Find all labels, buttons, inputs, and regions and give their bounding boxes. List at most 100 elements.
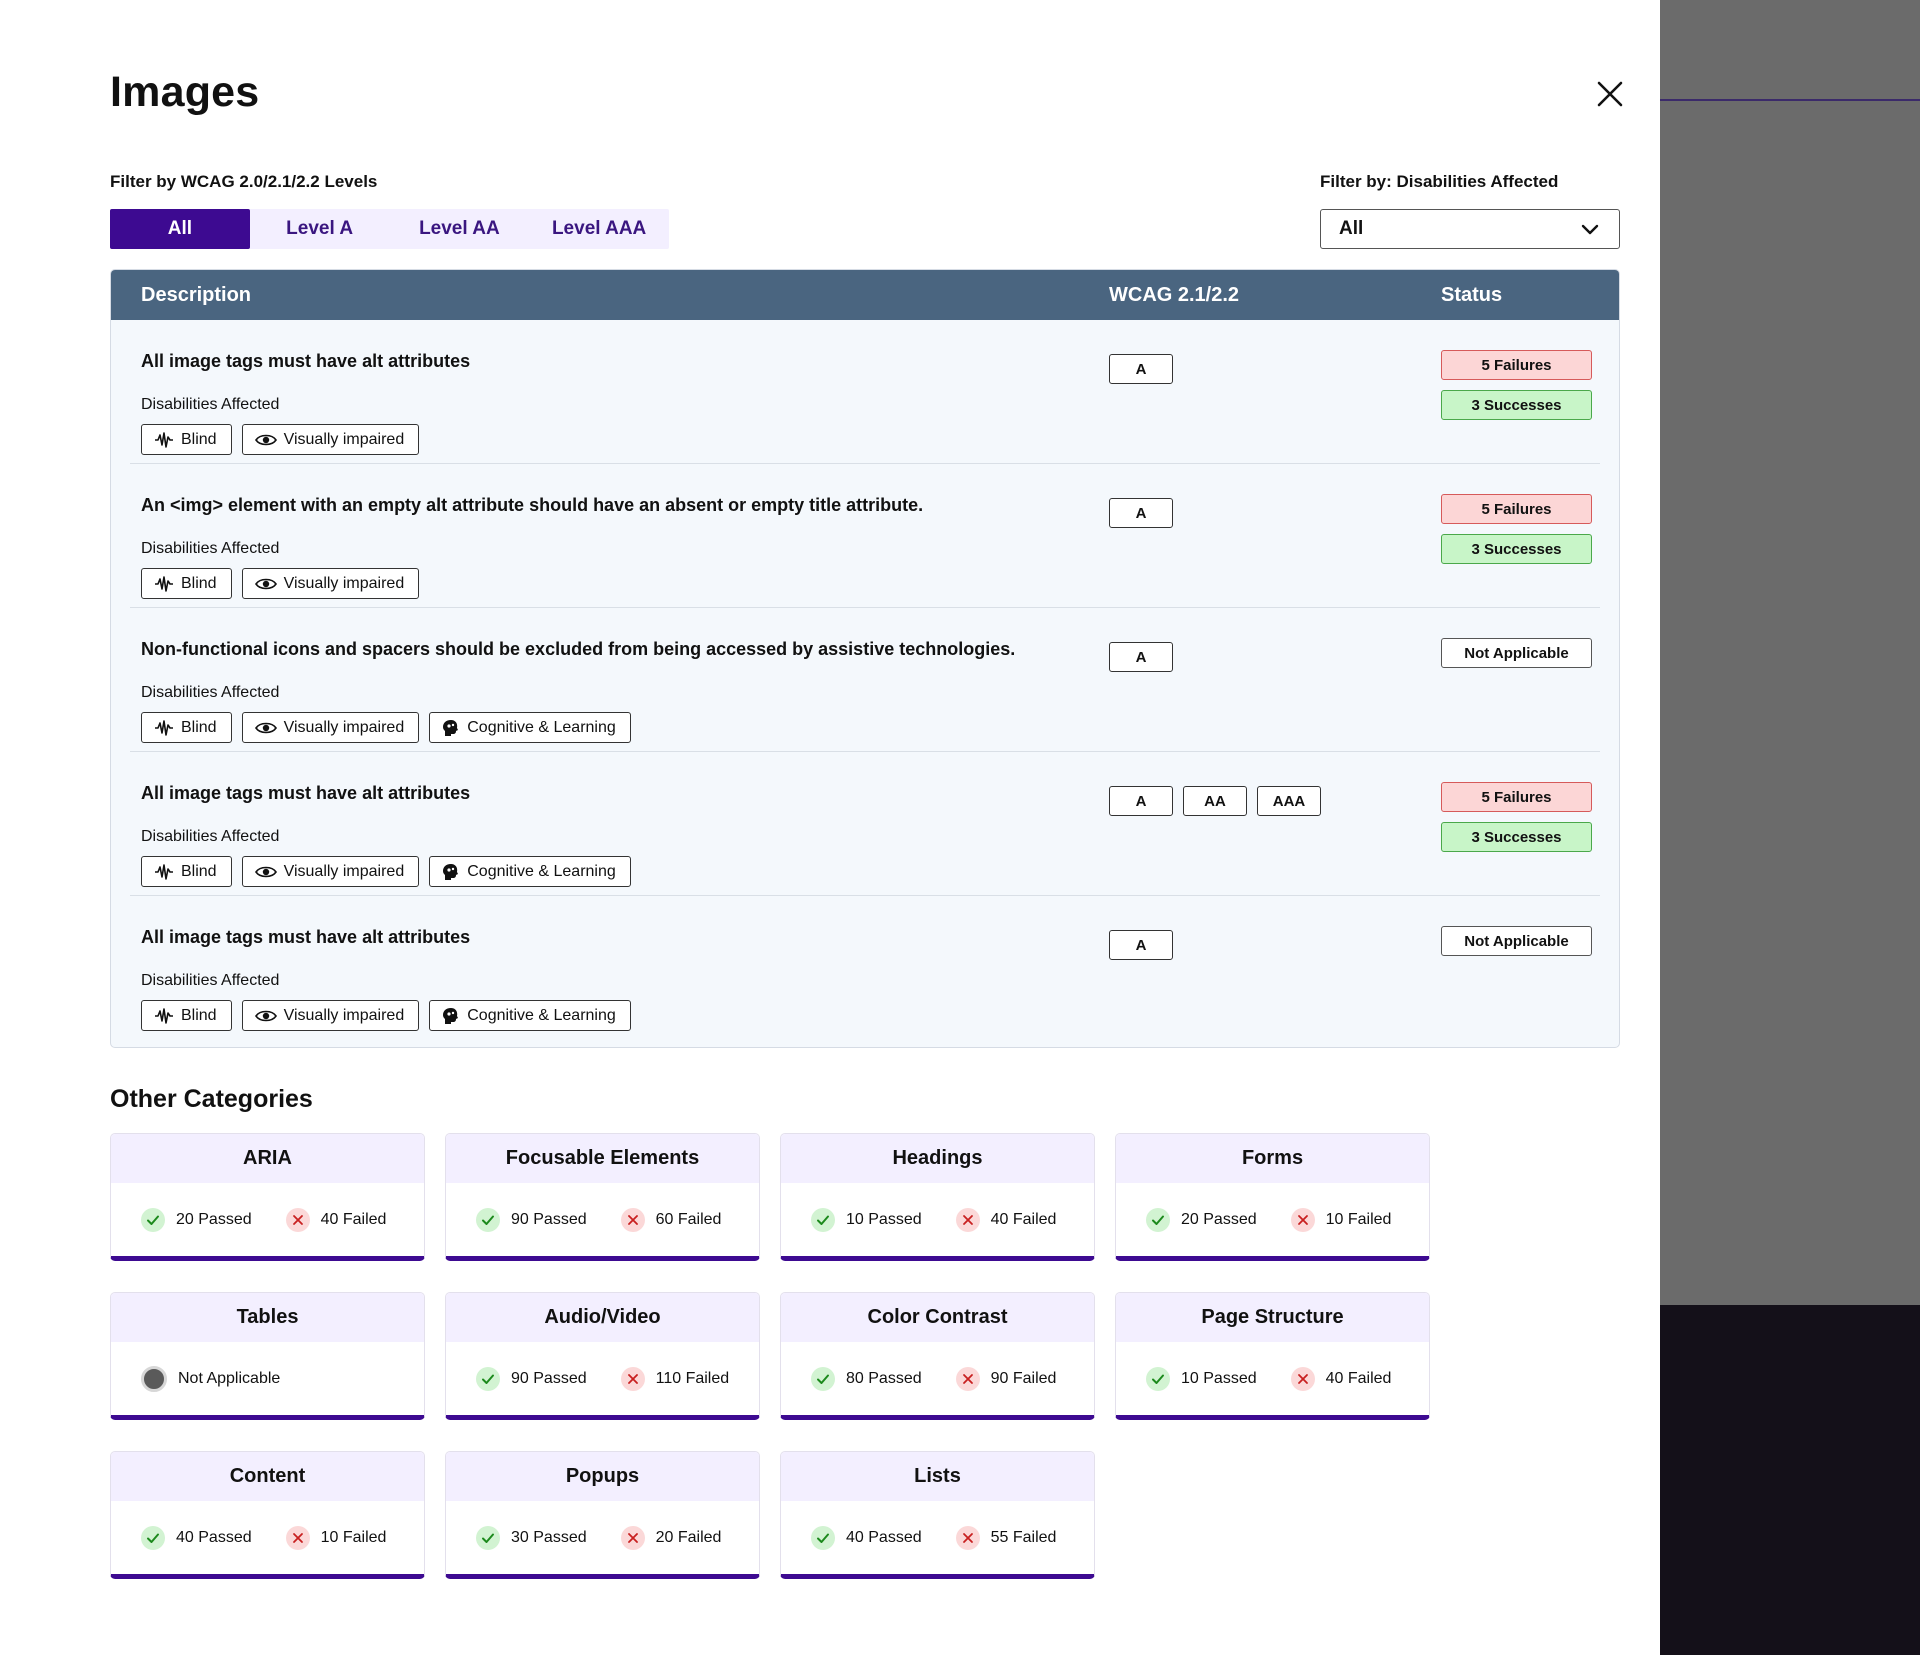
category-card[interactable]: Headings 10 Passed 40 Failed: [780, 1133, 1095, 1261]
failed-stat: 60 Failed: [620, 1208, 721, 1232]
disabilities-affected-label: Disabilities Affected: [141, 684, 280, 701]
category-card[interactable]: Lists 40 Passed 55 Failed: [780, 1451, 1095, 1579]
table-row: All image tags must have alt attributes D…: [130, 896, 1600, 1040]
tab-level-aa[interactable]: Level AA: [390, 209, 530, 249]
disabilities-affected-label: Disabilities Affected: [141, 396, 280, 413]
failed-count: 90 Failed: [990, 1370, 1057, 1387]
check-icon: [1146, 1367, 1170, 1391]
disability-chip-label: Blind: [181, 574, 217, 592]
wcag-levels: A: [1109, 354, 1173, 384]
passed-stat: 30 Passed: [476, 1526, 587, 1550]
category-title: Lists: [781, 1452, 1094, 1501]
status-badges: 5 Failures 3 Successes: [1441, 494, 1592, 564]
category-card[interactable]: Focusable Elements 90 Passed 60 Failed: [445, 1133, 760, 1261]
tab-level-a[interactable]: Level A: [250, 209, 390, 249]
successes-badge[interactable]: 3 Successes: [1441, 534, 1592, 564]
category-card[interactable]: Forms 20 Passed 10 Failed: [1115, 1133, 1430, 1261]
tab-level-aaa[interactable]: Level AAA: [529, 209, 669, 249]
wcag-levels: A: [1109, 642, 1173, 672]
disability-chip: Blind: [141, 856, 232, 887]
disability-chip-label: Blind: [181, 430, 217, 448]
disabilities-filter-label: Filter by: Disabilities Affected: [1320, 172, 1559, 191]
disability-chip: Visually impaired: [241, 568, 420, 599]
not-applicable-badge[interactable]: Not Applicable: [1441, 926, 1592, 956]
category-title: Popups: [446, 1452, 759, 1501]
x-icon: [285, 1208, 310, 1232]
passed-stat: 90 Passed: [476, 1208, 587, 1232]
failures-badge[interactable]: 5 Failures: [1441, 782, 1592, 812]
disability-chip: Blind: [141, 712, 232, 743]
tab-all[interactable]: All: [110, 209, 250, 249]
successes-badge[interactable]: 3 Successes: [1441, 822, 1592, 852]
category-card[interactable]: Tables Not Applicable: [110, 1292, 425, 1420]
disability-chips: Blind Visually impaired: [141, 568, 420, 599]
passed-count: 20 Passed: [1181, 1211, 1257, 1228]
failed-stat: 40 Failed: [285, 1208, 387, 1232]
disability-chip: Cognitive & Learning: [429, 712, 631, 743]
passed-count: 10 Passed: [1181, 1370, 1257, 1387]
passed-count: 80 Passed: [846, 1370, 922, 1387]
chevron-down-icon: [1581, 224, 1599, 235]
rule-description: All image tags must have alt attributes: [141, 783, 471, 803]
passed-count: 10 Passed: [846, 1211, 922, 1228]
category-card[interactable]: Audio/Video 90 Passed 110 Failed: [445, 1292, 760, 1420]
failures-badge[interactable]: 5 Failures: [1441, 350, 1592, 380]
passed-stat: 20 Passed: [1146, 1208, 1257, 1232]
category-card[interactable]: ARIA 20 Passed 40 Failed: [110, 1133, 425, 1261]
x-icon: [620, 1367, 645, 1391]
failed-count: 40 Failed: [320, 1211, 387, 1228]
disability-chip-label: Visually impaired: [283, 862, 405, 880]
failed-count: 40 Failed: [990, 1211, 1057, 1228]
disability-chip: Visually impaired: [241, 424, 420, 455]
eye-icon: [254, 1008, 277, 1024]
category-stats: 90 Passed 110 Failed: [446, 1342, 759, 1415]
passed-count: 20 Passed: [176, 1211, 252, 1228]
category-card[interactable]: Color Contrast 80 Passed 90 Failed: [780, 1292, 1095, 1420]
header-wcag: WCAG 2.1/2.2: [1109, 283, 1240, 306]
passed-stat: 20 Passed: [141, 1208, 252, 1232]
disability-chip: Cognitive & Learning: [429, 856, 631, 887]
disabilities-select[interactable]: All: [1320, 209, 1620, 249]
category-card[interactable]: Page Structure 10 Passed 40 Failed: [1115, 1292, 1430, 1420]
rules-table: Description WCAG 2.1/2.2 Status All imag…: [110, 269, 1620, 1048]
check-icon: [811, 1526, 835, 1550]
table-header: Description WCAG 2.1/2.2 Status: [111, 270, 1619, 320]
table-row: An <img> element with an empty alt attri…: [130, 464, 1600, 608]
check-icon: [141, 1526, 165, 1550]
check-icon: [1146, 1208, 1170, 1232]
passed-count: 40 Passed: [176, 1529, 252, 1546]
wcag-level-badge: AAA: [1257, 786, 1321, 816]
category-stats: 40 Passed 55 Failed: [781, 1501, 1094, 1574]
category-stats: 10 Passed 40 Failed: [781, 1183, 1094, 1256]
check-icon: [811, 1367, 835, 1391]
disability-chip-label: Cognitive & Learning: [467, 862, 616, 880]
category-title: ARIA: [111, 1134, 424, 1183]
failed-count: 10 Failed: [320, 1529, 387, 1546]
check-icon: [141, 1208, 165, 1232]
wcag-level-badge: A: [1109, 498, 1173, 528]
failures-badge[interactable]: 5 Failures: [1441, 494, 1592, 524]
successes-badge[interactable]: 3 Successes: [1441, 390, 1592, 420]
category-card[interactable]: Content 40 Passed 10 Failed: [110, 1451, 425, 1579]
category-stats: 20 Passed 10 Failed: [1116, 1183, 1429, 1256]
failed-count: 55 Failed: [990, 1529, 1057, 1546]
passed-stat: 10 Passed: [811, 1208, 922, 1232]
backdrop-divider: [1660, 99, 1920, 101]
disability-chips: Blind Visually impaired Cognitive & Learni…: [141, 712, 631, 743]
close-button[interactable]: [1594, 78, 1626, 110]
disabilities-affected-label: Disabilities Affected: [141, 540, 280, 557]
blind-icon: [154, 863, 174, 881]
disability-chip: Blind: [141, 424, 232, 455]
category-stats: 10 Passed 40 Failed: [1116, 1342, 1429, 1415]
other-categories-grid: ARIA 20 Passed 40 Failed Focusable Elements…: [110, 1133, 1430, 1579]
failed-count: 110 Failed: [655, 1370, 730, 1387]
x-icon: [955, 1208, 980, 1232]
failed-stat: 40 Failed: [1290, 1367, 1391, 1391]
not-applicable-badge[interactable]: Not Applicable: [1441, 638, 1592, 668]
disability-chips: Blind Visually impaired Cognitive & Learni…: [141, 856, 631, 887]
disability-chip-label: Visually impaired: [283, 1006, 405, 1024]
not-applicable-stat: Not Applicable: [141, 1366, 280, 1392]
rule-description: All image tags must have alt attributes: [141, 351, 471, 371]
category-card[interactable]: Popups 30 Passed 20 Failed: [445, 1451, 760, 1579]
passed-stat: 10 Passed: [1146, 1367, 1257, 1391]
